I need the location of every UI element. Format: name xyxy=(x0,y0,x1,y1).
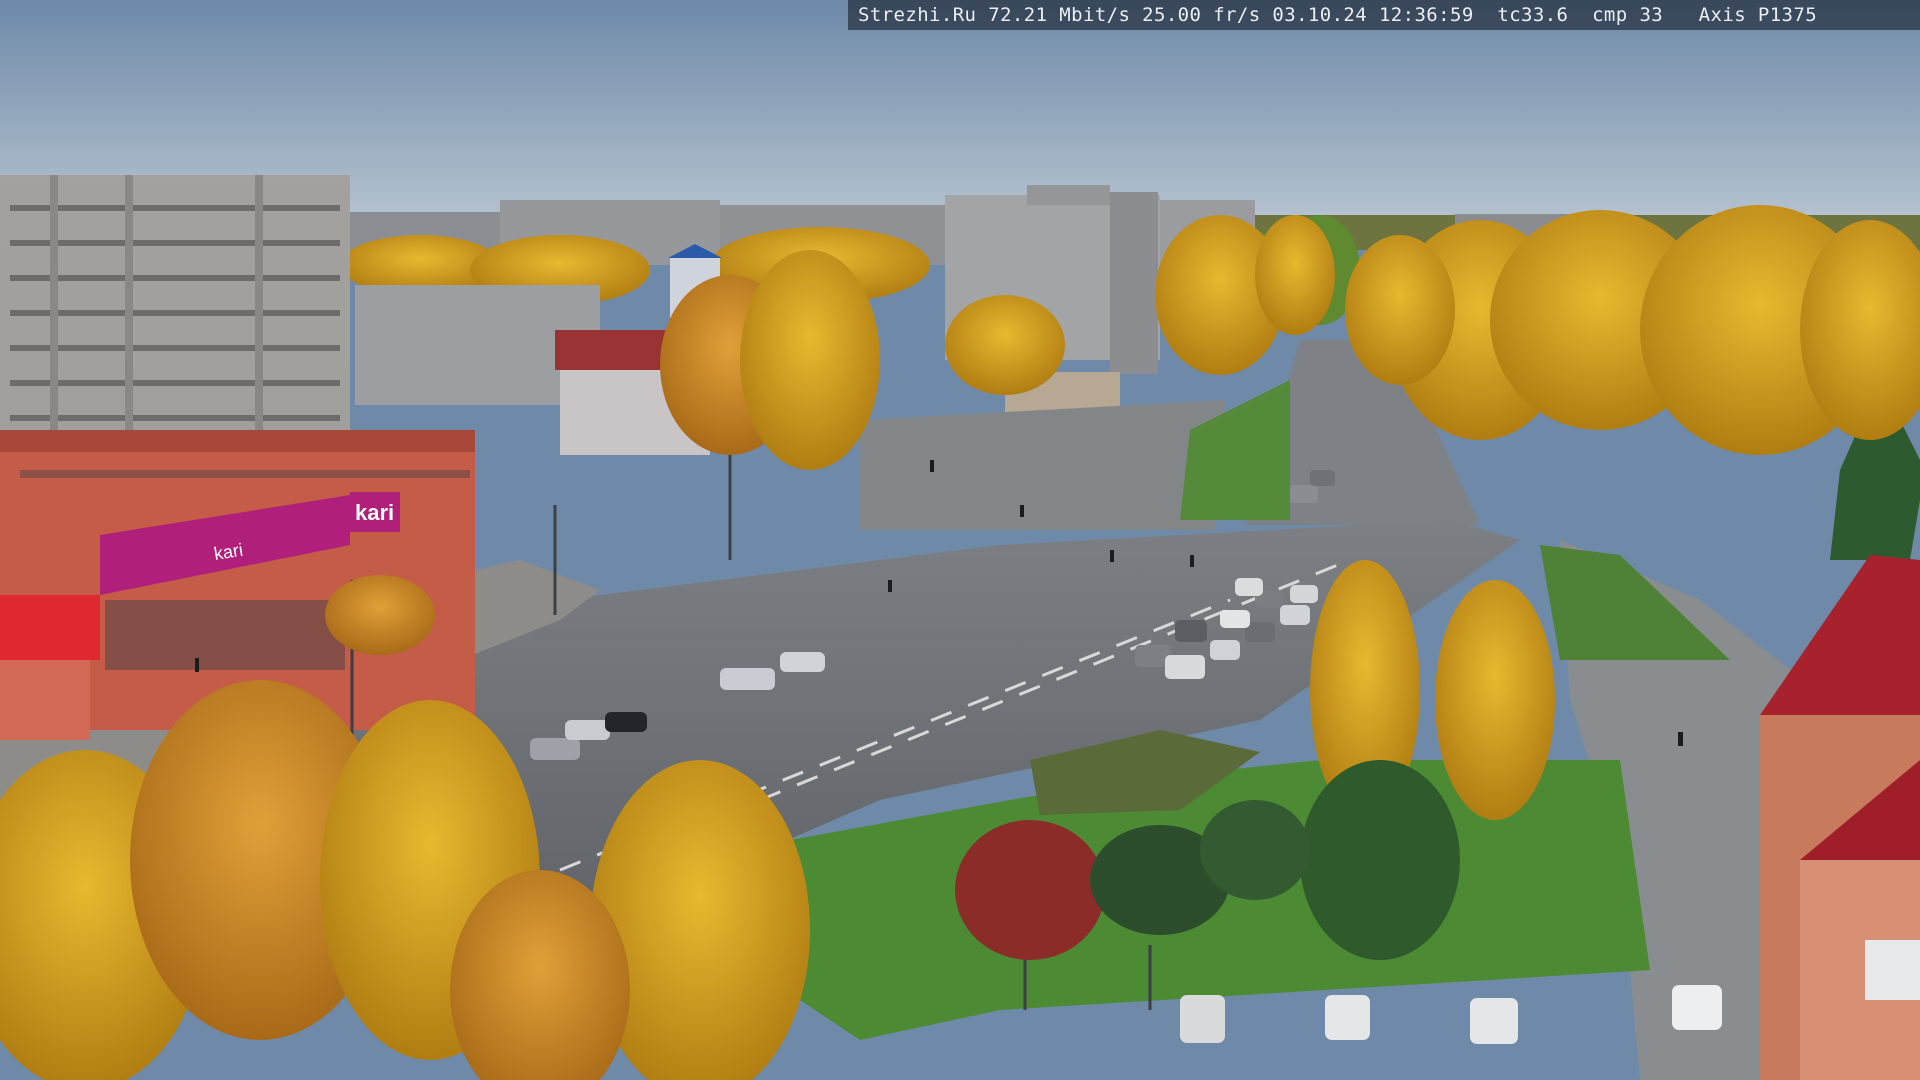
overlay-framerate: 25.00 fr/s xyxy=(1142,4,1261,26)
town-square xyxy=(860,400,1225,530)
kari-logo: kari xyxy=(355,500,394,525)
overlay-camera: Axis P1375 xyxy=(1698,4,1818,26)
camera-info-overlay: Strezhi.Ru 72.21 Mbit/s 25.00 fr/s 03.10… xyxy=(848,0,1920,30)
overlay-time: 12:36:59 xyxy=(1378,4,1474,26)
overlay-date: 03.10.24 xyxy=(1272,4,1368,26)
overlay-bitrate: 72.21 Mbit/s xyxy=(988,4,1131,26)
street-scene: kari kari xyxy=(0,0,1920,1080)
overlay-cmp: cmp 33 xyxy=(1592,4,1664,26)
overlay-site: Strezhi.Ru xyxy=(858,4,977,26)
right-foreground-building xyxy=(1760,555,1920,1080)
overlay-tc: tc33.6 xyxy=(1497,4,1569,26)
